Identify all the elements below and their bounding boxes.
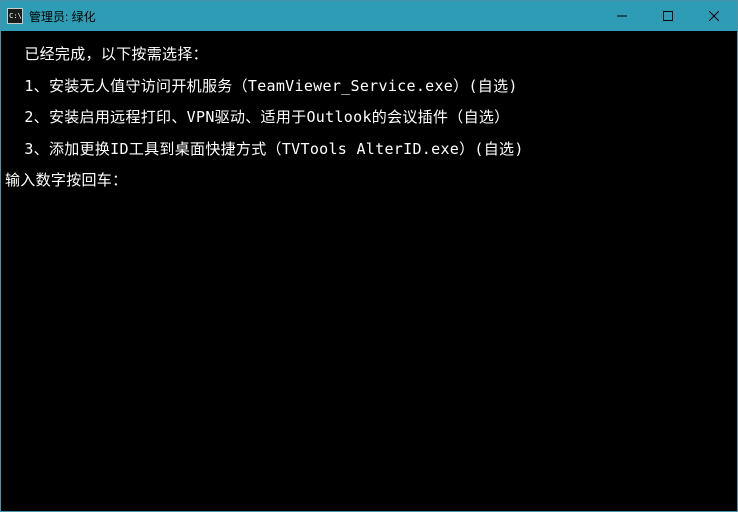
maximize-button[interactable]	[645, 1, 691, 31]
window-title: 管理员: 绿化	[29, 8, 599, 25]
cmd-icon: C:\	[7, 8, 23, 24]
maximize-icon	[663, 11, 673, 21]
terminal-option-2: 2、安装启用远程打印、VPN驱动、适用于Outlook的会议插件（自选）	[5, 102, 733, 134]
terminal-prompt: 输入数字按回车：	[5, 165, 733, 197]
close-icon	[709, 11, 719, 21]
window-controls	[599, 1, 737, 31]
terminal-header-line: 已经完成，以下按需选择：	[5, 39, 733, 71]
minimize-icon	[617, 11, 627, 21]
window-titlebar: C:\ 管理员: 绿化	[1, 1, 737, 31]
terminal-option-1: 1、安装无人值守访问开机服务（TeamViewer_Service.exe）(自…	[5, 71, 733, 103]
minimize-button[interactable]	[599, 1, 645, 31]
terminal-option-3: 3、添加更换ID工具到桌面快捷方式（TVTools AlterID.exe）(自…	[5, 134, 733, 166]
close-button[interactable]	[691, 1, 737, 31]
terminal-content[interactable]: 已经完成，以下按需选择： 1、安装无人值守访问开机服务（TeamViewer_S…	[1, 31, 737, 201]
